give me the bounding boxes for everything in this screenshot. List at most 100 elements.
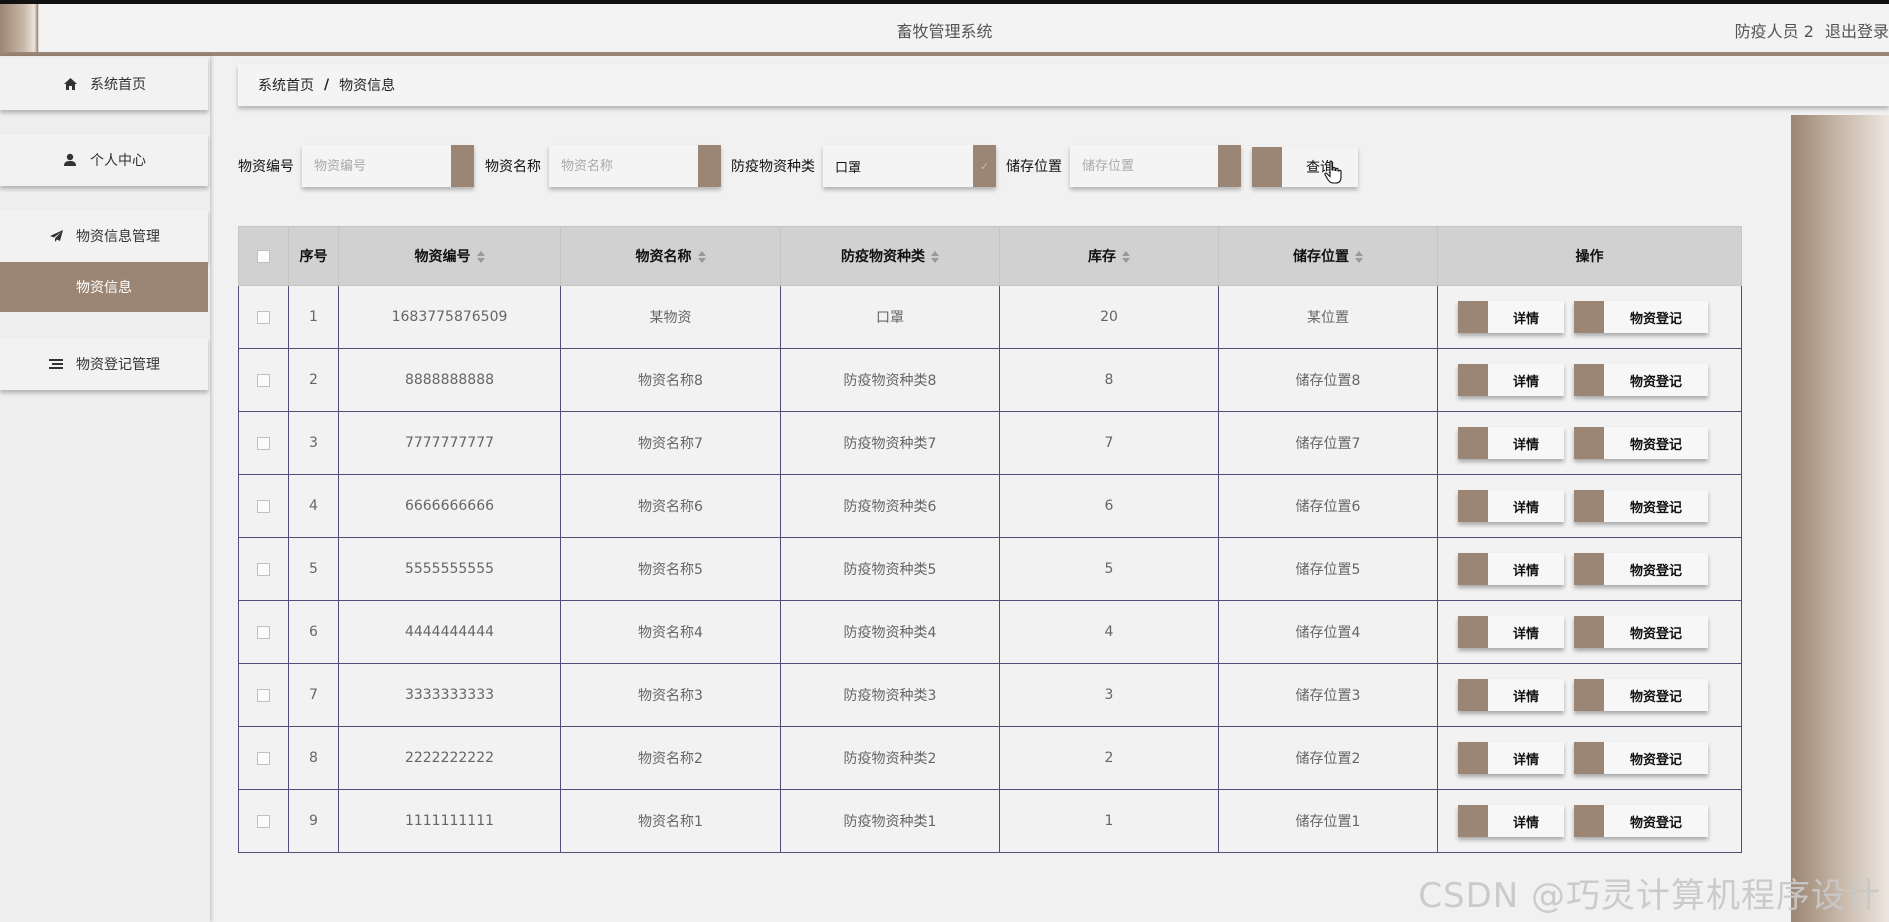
cell-code: 1683775876509	[338, 285, 561, 349]
search-type: 防疫物资种类 ✓	[731, 145, 996, 187]
register-button[interactable]: 物资登记	[1574, 364, 1708, 396]
row-checkbox[interactable]	[257, 625, 270, 639]
table-row: 1 1683775876509 某物资 口罩 20 某位置 详情 物资登记	[238, 285, 1742, 349]
row-select-cell	[238, 789, 289, 853]
cell-location: 储存位置5	[1218, 537, 1438, 601]
row-checkbox[interactable]	[257, 751, 270, 765]
detail-button[interactable]: 详情	[1458, 553, 1564, 585]
code-field[interactable]	[302, 145, 474, 187]
register-button[interactable]: 物资登记	[1574, 490, 1708, 522]
header-stock[interactable]: 库存	[999, 226, 1219, 286]
header-type[interactable]: 防疫物资种类	[780, 226, 1000, 286]
name-label: 物资名称	[485, 159, 541, 175]
register-button[interactable]: 物资登记	[1574, 805, 1708, 837]
detail-button[interactable]: 详情	[1458, 742, 1564, 774]
logout-link[interactable]: 退出登录	[1825, 22, 1889, 41]
sidebar-item-label: 系统首页	[90, 77, 146, 93]
table-row: 4 6666666666 物资名称6 防疫物资种类6 6 储存位置6 详情 物资登记	[238, 474, 1742, 538]
row-checkbox[interactable]	[257, 499, 270, 513]
cell-code: 3333333333	[338, 663, 561, 727]
cell-type: 防疫物资种类8	[780, 348, 1000, 412]
right-decoration	[1791, 115, 1889, 922]
cell-actions: 详情 物资登记	[1437, 285, 1742, 349]
name-field[interactable]	[549, 145, 721, 187]
cell-type: 防疫物资种类5	[780, 537, 1000, 601]
location-label: 储存位置	[1006, 159, 1062, 175]
sort-icon[interactable]	[1122, 251, 1130, 263]
chevron-down-icon[interactable]: ✓	[970, 145, 996, 187]
cell-index: 8	[288, 726, 339, 790]
register-button[interactable]: 物资登记	[1574, 742, 1708, 774]
sidebar-item-label: 个人中心	[90, 153, 146, 169]
home-icon	[62, 76, 78, 92]
register-button[interactable]: 物资登记	[1574, 301, 1708, 333]
row-checkbox[interactable]	[257, 562, 270, 576]
location-field[interactable]	[1070, 145, 1241, 187]
table-row: 9 1111111111 物资名称1 防疫物资种类1 1 储存位置1 详情 物资登记	[238, 789, 1742, 853]
cell-name: 物资名称7	[560, 411, 781, 475]
register-button[interactable]: 物资登记	[1574, 553, 1708, 585]
query-button[interactable]: 查询	[1252, 147, 1358, 187]
cell-location: 储存位置3	[1218, 663, 1438, 727]
detail-button[interactable]: 详情	[1458, 301, 1564, 333]
cell-name: 某物资	[560, 285, 781, 349]
sidebar-item-home[interactable]: 系统首页	[0, 58, 208, 110]
cell-index: 3	[288, 411, 339, 475]
row-select-cell	[238, 348, 289, 412]
detail-button[interactable]: 详情	[1458, 364, 1564, 396]
row-checkbox[interactable]	[257, 436, 270, 450]
watermark: CSDN @巧灵计算机程序设计	[1418, 876, 1881, 916]
detail-button[interactable]: 详情	[1458, 679, 1564, 711]
register-button[interactable]: 物资登记	[1574, 616, 1708, 648]
sidebar-item-profile[interactable]: 个人中心	[0, 134, 208, 186]
cell-type: 防疫物资种类7	[780, 411, 1000, 475]
row-checkbox[interactable]	[257, 688, 270, 702]
table-row: 2 8888888888 物资名称8 防疫物资种类8 8 储存位置8 详情 物资登记	[238, 348, 1742, 412]
cell-index: 7	[288, 663, 339, 727]
breadcrumb-home[interactable]: 系统首页	[258, 75, 314, 95]
sidebar-item-registration-management[interactable]: 物资登记管理	[0, 338, 208, 390]
detail-button[interactable]: 详情	[1458, 805, 1564, 837]
sort-icon[interactable]	[931, 251, 939, 263]
register-button[interactable]: 物资登记	[1574, 427, 1708, 459]
cell-stock: 6	[999, 474, 1219, 538]
row-checkbox[interactable]	[257, 814, 270, 828]
search-location: 储存位置	[1006, 145, 1241, 187]
cell-index: 9	[288, 789, 339, 853]
header-name[interactable]: 物资名称	[560, 226, 781, 286]
sidebar-item-material-info[interactable]: 物资信息	[0, 262, 208, 312]
cell-index: 2	[288, 348, 339, 412]
sort-icon[interactable]	[697, 251, 706, 263]
sidebar: 系统首页 个人中心 物资信息管理 物资信息 物资登记管理	[0, 56, 210, 922]
cell-location: 储存位置1	[1218, 789, 1438, 853]
sidebar-item-material-management[interactable]: 物资信息管理	[0, 210, 208, 262]
user-name[interactable]: 防疫人员 2	[1735, 22, 1814, 41]
cell-name: 物资名称2	[560, 726, 781, 790]
user-area: 防疫人员 2 退出登录	[1729, 18, 1889, 42]
cell-type: 防疫物资种类4	[780, 600, 1000, 664]
header-code[interactable]: 物资编号	[338, 226, 561, 286]
search-name: 物资名称	[485, 145, 721, 187]
row-checkbox[interactable]	[257, 310, 270, 324]
detail-button[interactable]: 详情	[1458, 616, 1564, 648]
type-select[interactable]: ✓	[823, 145, 996, 187]
select-all-checkbox[interactable]	[257, 249, 270, 263]
header-location-label: 储存位置	[1293, 249, 1349, 265]
header-name-label: 物资名称	[635, 249, 692, 265]
row-checkbox[interactable]	[257, 373, 270, 387]
cell-index: 1	[288, 285, 339, 349]
register-button[interactable]: 物资登记	[1574, 679, 1708, 711]
header-location[interactable]: 储存位置	[1218, 226, 1438, 286]
cell-code: 6666666666	[338, 474, 561, 538]
cell-location: 某位置	[1218, 285, 1438, 349]
breadcrumb: 系统首页 / 物资信息	[238, 64, 1889, 106]
row-select-cell	[238, 285, 289, 349]
cell-name: 物资名称1	[560, 789, 781, 853]
cell-index: 5	[288, 537, 339, 601]
sort-icon[interactable]	[1355, 251, 1363, 263]
cell-code: 2222222222	[338, 726, 561, 790]
table-body: 1 1683775876509 某物资 口罩 20 某位置 详情 物资登记 2 88888888…	[238, 285, 1742, 853]
detail-button[interactable]: 详情	[1458, 490, 1564, 522]
sort-icon[interactable]	[476, 251, 485, 263]
detail-button[interactable]: 详情	[1458, 427, 1564, 459]
